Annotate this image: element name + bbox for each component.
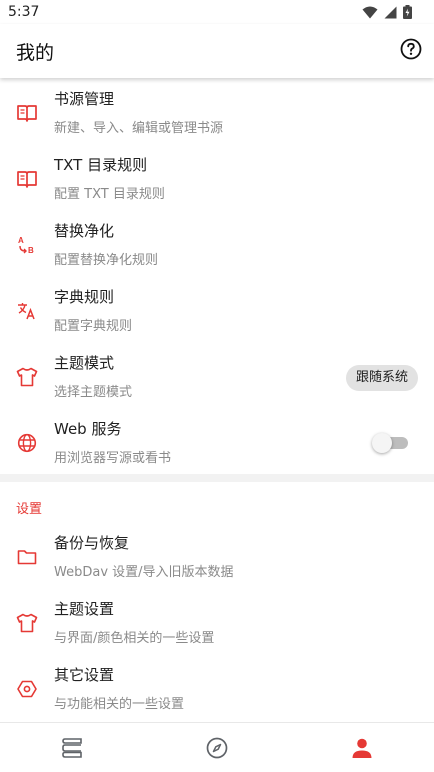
bookshelf-icon (62, 738, 82, 758)
list-item-web-service[interactable]: Web 服务 用浏览器写源或看书 (0, 410, 434, 476)
item-summary: WebDav 设置/导入旧版本数据 (54, 565, 234, 580)
item-summary: 与功能相关的一些设置 (54, 697, 185, 712)
translate-icon (16, 300, 38, 322)
replace-ab-icon: A B (16, 234, 38, 256)
shirt-icon (16, 366, 38, 388)
nav-my[interactable] (349, 735, 375, 761)
item-summary: 配置字典规则 (54, 319, 133, 334)
globe-icon (16, 432, 38, 454)
list-item-other-settings[interactable]: 其它设置 与功能相关的一些设置 (0, 656, 434, 722)
item-summary: 选择主题模式 (54, 385, 133, 400)
book-icon (16, 168, 38, 190)
theme-mode-value-chip[interactable]: 跟随系统 (345, 365, 418, 391)
status-icons (362, 5, 412, 19)
toggle-thumb (372, 433, 392, 453)
list-item-theme-mode[interactable]: 主题模式 选择主题模式 跟随系统 (0, 344, 434, 410)
nav-explore[interactable] (204, 735, 230, 761)
item-title: 主题设置 (54, 600, 115, 618)
item-summary: 与界面/颜色相关的一些设置 (54, 631, 215, 646)
book-icon (16, 102, 38, 124)
settings-list: 书源管理 新建、导入、编辑或管理书源 TXT 目录规则 配置 TXT 目录规则 … (0, 78, 434, 722)
item-summary: 配置 TXT 目录规则 (54, 187, 165, 202)
compass-icon (206, 737, 228, 759)
list-item-theme-settings[interactable]: 主题设置 与界面/颜色相关的一些设置 (0, 590, 434, 656)
list-item-txt-toc-rules[interactable]: TXT 目录规则 配置 TXT 目录规则 (0, 146, 434, 212)
bottom-navigation (0, 722, 434, 772)
item-title: 其它设置 (54, 666, 115, 684)
list-item-replace-purify[interactable]: A B 替换净化 配置替换净化规则 (0, 212, 434, 278)
person-icon (352, 738, 372, 758)
item-title: 字典规则 (54, 288, 115, 306)
hexagon-icon (16, 678, 38, 700)
page-title: 我的 (16, 42, 55, 64)
web-service-toggle[interactable] (372, 433, 408, 453)
item-title: Web 服务 (54, 420, 122, 438)
item-title: 主题模式 (54, 354, 115, 372)
shirt-icon (16, 612, 38, 634)
list-item-backup-restore[interactable]: 备份与恢复 WebDav 设置/导入旧版本数据 (0, 524, 434, 590)
item-summary: 用浏览器写源或看书 (54, 451, 172, 466)
help-circle-icon[interactable] (400, 38, 422, 60)
item-title: TXT 目录规则 (54, 156, 148, 174)
item-summary: 配置替换净化规则 (54, 253, 159, 268)
svg-text:A: A (18, 236, 24, 245)
item-title: 替换净化 (54, 222, 115, 240)
signal-icon (384, 6, 397, 18)
section-divider (0, 474, 434, 482)
list-item-dict-rules[interactable]: 字典规则 配置字典规则 (0, 278, 434, 344)
status-bar: 5:37 (0, 0, 434, 24)
wifi-icon (362, 6, 378, 18)
battery-icon (403, 5, 412, 19)
list-item-book-source[interactable]: 书源管理 新建、导入、编辑或管理书源 (0, 80, 434, 146)
nav-bookshelf[interactable] (59, 735, 85, 761)
svg-text:B: B (28, 246, 34, 255)
folder-icon (16, 546, 38, 568)
status-time: 5:37 (8, 4, 40, 20)
item-summary: 新建、导入、编辑或管理书源 (54, 121, 224, 136)
app-bar: 我的 (0, 24, 434, 78)
section-header-settings: 设置 (16, 502, 43, 517)
item-title: 备份与恢复 (54, 534, 130, 552)
item-title: 书源管理 (54, 90, 115, 108)
